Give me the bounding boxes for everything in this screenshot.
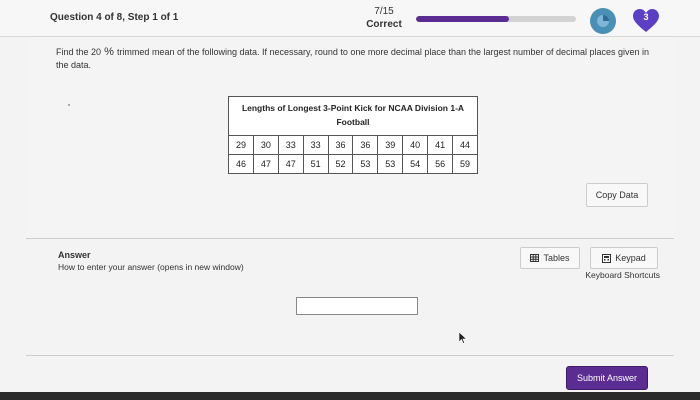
table-icon <box>530 254 540 262</box>
table-cell: 51 <box>302 154 329 174</box>
keypad-label: Keypad <box>615 253 646 263</box>
table-cell: 30 <box>252 135 279 155</box>
table-cell: 47 <box>277 154 304 174</box>
marker-dot <box>68 104 70 106</box>
answer-input[interactable] <box>296 297 418 315</box>
table-cell: 53 <box>377 154 404 174</box>
keypad-button[interactable]: Keypad <box>590 247 658 269</box>
table-cell: 52 <box>327 154 354 174</box>
answer-heading: Answer <box>58 250 91 260</box>
prompt-part1: Find the 20 <box>56 47 102 57</box>
prompt-percent: % <box>101 46 117 58</box>
question-prompt: Find the 20 % trimmed mean of the follow… <box>56 46 656 72</box>
answer-help-link[interactable]: How to enter your answer (opens in new w… <box>58 262 244 272</box>
table-cell: 29 <box>228 135 254 155</box>
table-cell: 59 <box>452 154 478 174</box>
table-cell: 46 <box>228 154 254 174</box>
table-cell: 41 <box>427 135 454 155</box>
mouse-cursor-icon <box>459 332 467 344</box>
pie-icon <box>597 15 609 27</box>
tables-button[interactable]: Tables <box>520 247 580 269</box>
keyboard-shortcuts-link[interactable]: Keyboard Shortcuts <box>560 270 660 280</box>
question-step-label: Question 4 of 8, Step 1 of 1 <box>50 12 179 23</box>
score-display: 7/15 Correct <box>355 5 413 31</box>
table-cell: 53 <box>352 154 379 174</box>
table-cell: 33 <box>277 135 304 155</box>
tables-label: Tables <box>543 253 570 263</box>
section-divider <box>26 238 674 239</box>
table-cell: 36 <box>327 135 354 155</box>
table-row: 29 30 33 33 36 36 39 40 41 44 <box>228 135 478 155</box>
progress-fill <box>416 16 509 22</box>
progress-bar <box>416 16 576 22</box>
table-title: Lengths of Longest 3-Point Kick for NCAA… <box>228 96 478 136</box>
page: Question 4 of 8, Step 1 of 1 7/15 Correc… <box>0 0 700 400</box>
copy-data-button[interactable]: Copy Data <box>586 183 648 207</box>
top-bar: Question 4 of 8, Step 1 of 1 7/15 Correc… <box>0 0 700 37</box>
table-cell: 56 <box>427 154 454 174</box>
table-cell: 33 <box>302 135 329 155</box>
table-cell: 54 <box>402 154 429 174</box>
bottom-edge <box>0 392 700 400</box>
status-label: Correct <box>366 19 402 30</box>
keypad-icon <box>602 253 612 263</box>
table-cell: 47 <box>252 154 279 174</box>
data-table: Lengths of Longest 3-Point Kick for NCAA… <box>228 96 478 174</box>
prompt-part2: trimmed mean of the following data. If n… <box>56 47 650 70</box>
table-row: 46 47 47 51 52 53 53 54 56 59 <box>228 154 478 174</box>
submit-answer-button[interactable]: Submit Answer <box>566 366 648 390</box>
table-cell: 39 <box>377 135 404 155</box>
footer-divider <box>26 355 674 356</box>
help-button[interactable] <box>590 8 616 34</box>
table-cell: 44 <box>452 135 478 155</box>
score-value: 7/15 <box>374 6 394 17</box>
table-cell: 40 <box>402 135 429 155</box>
table-cell: 36 <box>352 135 379 155</box>
hearts-count: 3 <box>643 12 649 22</box>
